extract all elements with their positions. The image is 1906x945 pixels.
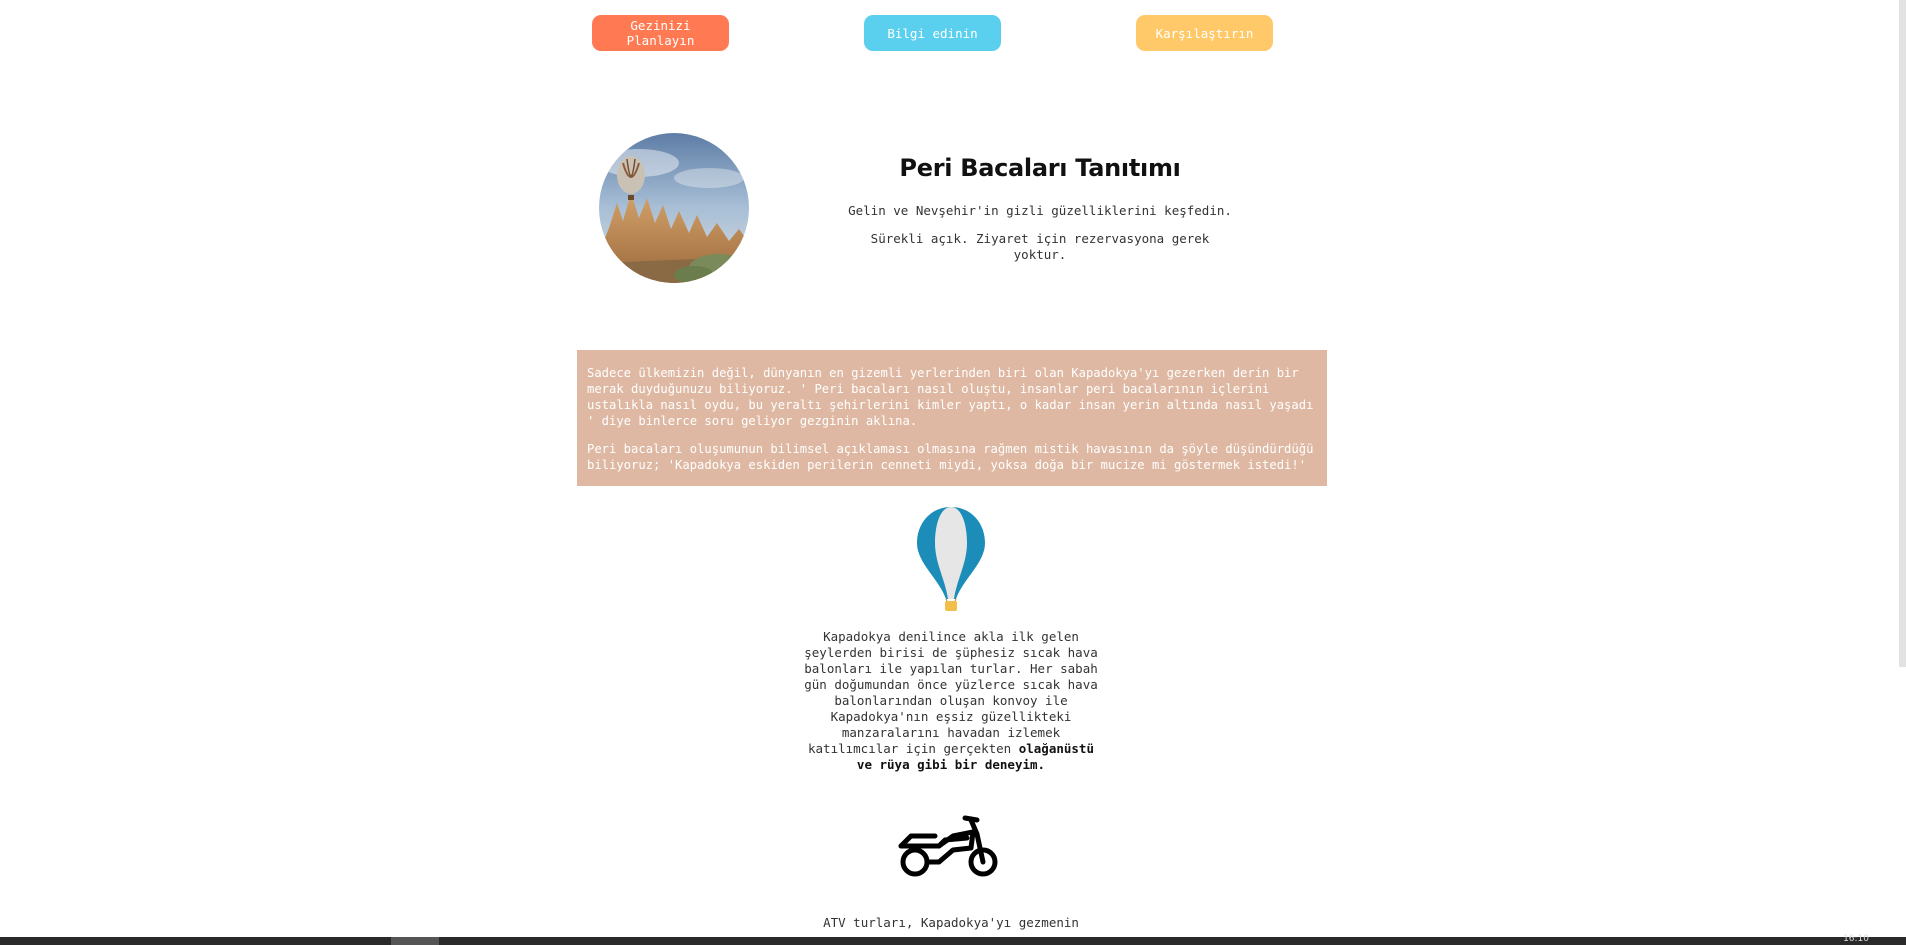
cappadocia-photo — [599, 133, 749, 283]
motorcycle-icon — [895, 812, 1007, 880]
hero-note: Sürekli açık. Ziyaret için rezervasyona … — [870, 231, 1210, 262]
page-title: Peri Bacaları Tanıtımı — [899, 154, 1181, 182]
intro-box: Sadece ülkemizin değil, dünyanın en gize… — [577, 350, 1327, 486]
balloon-tour-text: Kapadokya denilince akla ilk gelen şeyle… — [800, 629, 1102, 773]
hero-subtitle: Gelin ve Nevşehir'in gizli güzelliklerin… — [848, 203, 1232, 218]
taskbar: 16:10 — [0, 934, 1906, 945]
compare-button[interactable]: Karşılaştırın — [1136, 15, 1273, 51]
balloon-text-body: Kapadokya denilince akla ilk gelen şeyle… — [804, 629, 1098, 756]
page: Gezinizi Planlayın Bilgi edinin Karşılaş… — [0, 0, 1906, 945]
plan-trip-button[interactable]: Gezinizi Planlayın — [592, 15, 729, 51]
cappadocia-landscape-image — [599, 133, 749, 283]
hot-air-balloon-icon — [913, 505, 989, 615]
atv-tour-text: ATV turları, Kapadokya'yı gezmenin — [823, 915, 1079, 930]
intro-paragraph-2: Peri bacaları oluşumunun bilimsel açıkla… — [587, 442, 1314, 472]
intro-paragraph-1: Sadece ülkemizin değil, dünyanın en gize… — [587, 366, 1314, 428]
taskbar-active-item[interactable] — [391, 937, 439, 945]
vertical-scrollbar[interactable] — [1899, 0, 1906, 667]
get-info-button[interactable]: Bilgi edinin — [864, 15, 1001, 51]
taskbar-clock: 16:10 — [1843, 934, 1869, 944]
